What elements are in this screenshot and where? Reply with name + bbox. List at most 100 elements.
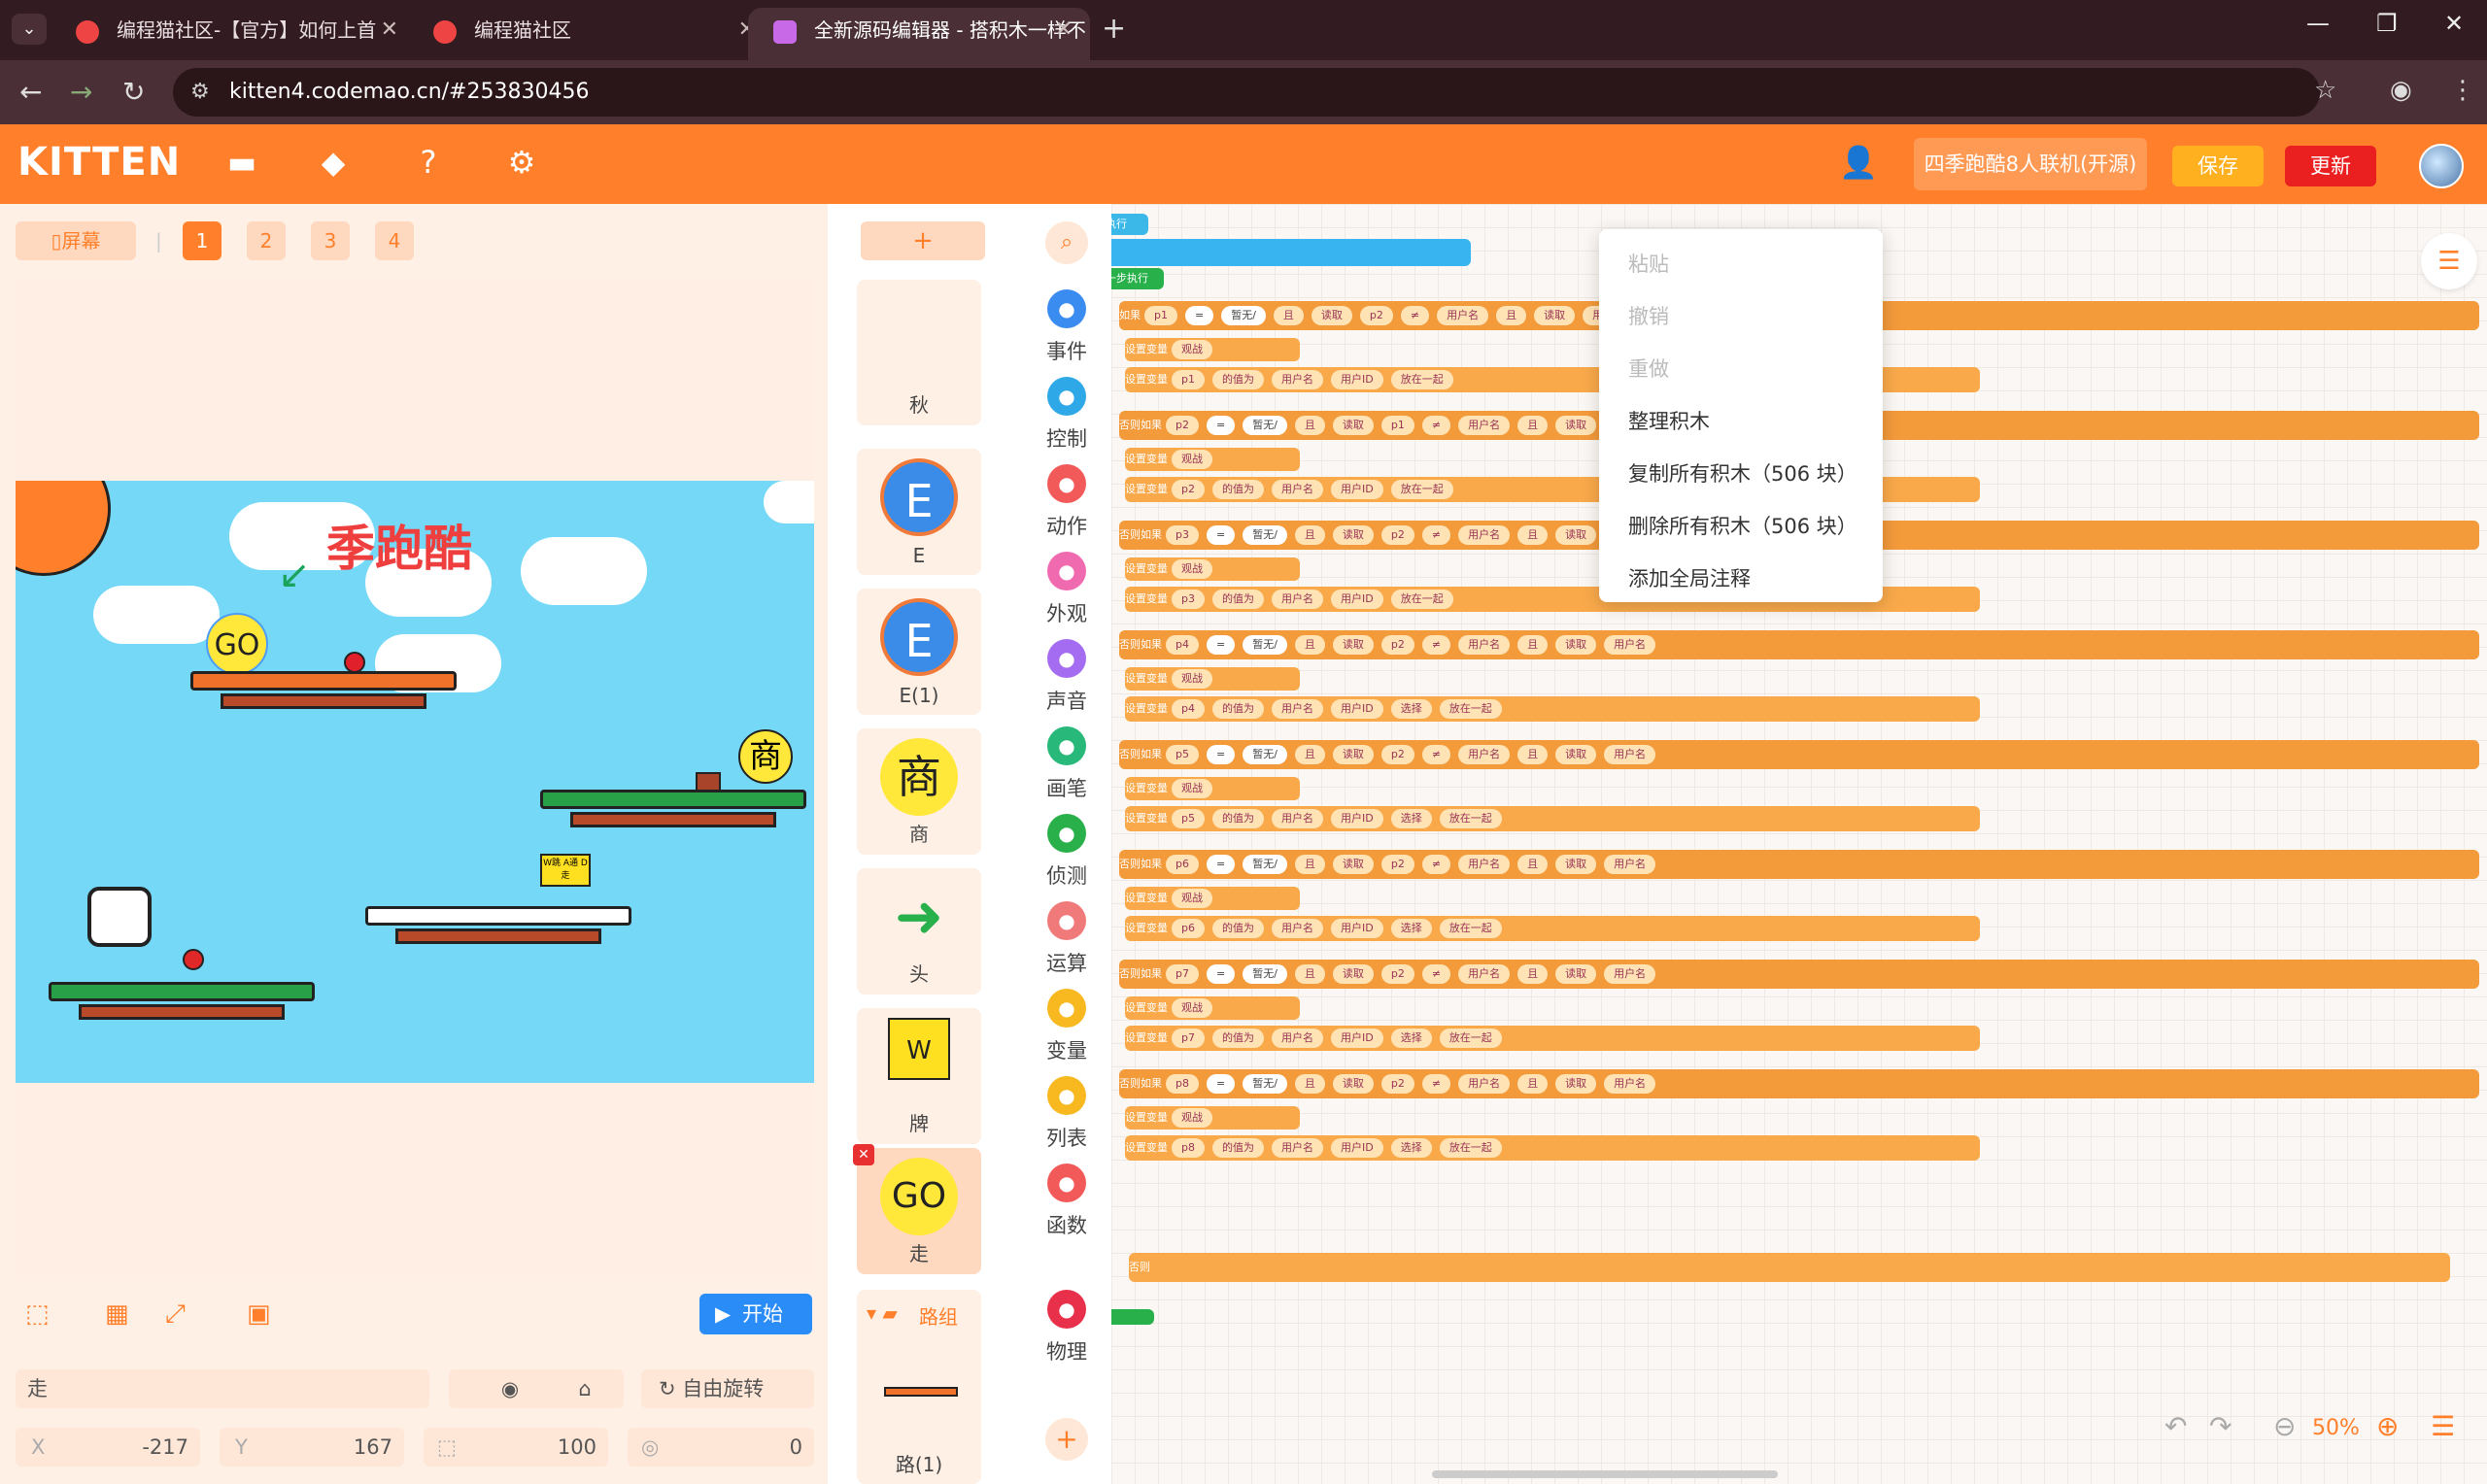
category-sensing[interactable]: ● 侦测: [1022, 814, 1111, 890]
forward-icon[interactable]: →: [70, 76, 92, 108]
block-slot[interactable]: 读取: [1534, 306, 1576, 325]
block-slot[interactable]: 观战: [1172, 450, 1212, 469]
stage-canvas[interactable]: 季跑酷 ↙ GO 商 W跳 A通 D走: [16, 280, 814, 1280]
block-slot[interactable]: ≠: [1421, 964, 1451, 984]
sprite-name-field[interactable]: 走: [16, 1369, 429, 1408]
close-tab-icon[interactable]: ✕: [381, 8, 398, 52]
block-slot[interactable]: p2: [1359, 306, 1393, 325]
block-slot[interactable]: 且: [1294, 525, 1325, 545]
block-slot[interactable]: 暂无/: [1221, 306, 1266, 325]
zoom-out-icon[interactable]: ⊖: [2273, 1410, 2296, 1442]
browser-menu-icon[interactable]: ⋮: [2450, 76, 2475, 105]
size-field[interactable]: ⬚ 100: [424, 1428, 608, 1467]
block-slot[interactable]: 用户ID: [1330, 370, 1383, 389]
fullscreen-stage-icon[interactable]: ⬚: [25, 1299, 50, 1329]
block-slot[interactable]: 用户名: [1458, 855, 1511, 874]
block-slot[interactable]: p3: [1166, 525, 1199, 545]
block-slot[interactable]: p2: [1380, 635, 1414, 655]
block-slot[interactable]: 用户名: [1271, 809, 1323, 828]
screen-toggle-button[interactable]: ▯屏幕: [16, 221, 136, 260]
block-slot[interactable]: 且: [1517, 635, 1549, 655]
block-slot[interactable]: 选择: [1390, 1029, 1432, 1048]
block-slot[interactable]: p5: [1172, 809, 1205, 828]
block-slot[interactable]: 用户名: [1604, 855, 1656, 874]
block-slot[interactable]: 观战: [1172, 340, 1212, 359]
block-slot[interactable]: p5: [1166, 745, 1199, 764]
set-variable-block[interactable]: 设置变量 p8 的值为 用户名 用户ID 选择 放在一起: [1125, 1135, 1980, 1161]
site-info-icon[interactable]: ⚙: [190, 68, 210, 117]
settings-gear-icon[interactable]: ⚙: [501, 144, 542, 185]
block-slot[interactable]: 用户ID: [1330, 809, 1383, 828]
add-sprite-button[interactable]: +: [861, 221, 985, 260]
block-slot[interactable]: 读取: [1555, 745, 1597, 764]
context-menu-item[interactable]: 复制所有积木（506 块）: [1628, 458, 1857, 488]
block-slot[interactable]: 用户名: [1271, 919, 1323, 938]
block-slot[interactable]: 观战: [1172, 669, 1212, 689]
reload-icon[interactable]: ↻: [122, 76, 145, 108]
new-tab-icon[interactable]: +: [1102, 12, 1126, 46]
context-menu-item[interactable]: 添加全局注释: [1628, 563, 1751, 592]
block-slot[interactable]: 用户ID: [1330, 1029, 1383, 1048]
block-slot[interactable]: 读取: [1555, 1074, 1597, 1094]
if-block[interactable]: 否则如果 p6 = 暂无/且读取 p2 ≠ 用户名且读取 用户名: [1119, 850, 2479, 879]
block-slot[interactable]: 用户名: [1604, 1074, 1656, 1094]
block-slot[interactable]: 观战: [1172, 889, 1212, 908]
block-slot[interactable]: 观战: [1172, 559, 1212, 579]
block-slot[interactable]: 用户ID: [1330, 590, 1383, 609]
browser-tab-2[interactable]: 编程猫社区 ✕: [408, 8, 773, 60]
block-slot[interactable]: 且: [1294, 745, 1325, 764]
block-slot[interactable]: p2: [1172, 480, 1205, 499]
if-block[interactable]: 否则如果 p7 = 暂无/且读取 p2 ≠ 用户名且读取 用户名: [1119, 960, 2479, 989]
sprite-item[interactable]: E E: [857, 449, 981, 575]
block-slot[interactable]: 用户ID: [1330, 699, 1383, 719]
sprite-item[interactable]: W 牌: [857, 1008, 981, 1144]
block-slot[interactable]: p4: [1172, 699, 1205, 719]
block-slot[interactable]: 用户名: [1271, 480, 1323, 499]
screen-tab-4[interactable]: 4: [375, 221, 414, 260]
backpack-icon[interactable]: ◆: [313, 144, 354, 185]
block-slot[interactable]: p2: [1380, 1074, 1414, 1094]
block-slot[interactable]: 读取: [1555, 855, 1597, 874]
tab-list-button[interactable]: ⌄: [12, 14, 47, 45]
set-variable-block[interactable]: 设置变量 观战: [1125, 996, 1300, 1020]
block-slot[interactable]: p7: [1172, 1029, 1205, 1048]
player-sprite[interactable]: [87, 887, 152, 947]
block-slot[interactable]: p1: [1172, 370, 1205, 389]
set-variable-block[interactable]: 设置变量 观战: [1125, 777, 1300, 800]
profile-icon[interactable]: ◉: [2390, 76, 2412, 105]
block-slot[interactable]: 用户名: [1604, 635, 1656, 655]
category-motion[interactable]: ● 动作: [1022, 464, 1111, 540]
block-slot[interactable]: 且: [1517, 525, 1549, 545]
block-slot[interactable]: 观战: [1172, 1108, 1212, 1128]
block-slot[interactable]: 暂无/: [1243, 525, 1287, 545]
rotation-mode-select[interactable]: ↻ 自由旋转: [641, 1369, 814, 1408]
game-scene[interactable]: 季跑酷 ↙ GO 商 W跳 A通 D走: [16, 481, 814, 1083]
if-block[interactable]: 否则如果 p4 = 暂无/且读取 p2 ≠ 用户名且读取 用户名: [1119, 630, 2479, 659]
if-block[interactable]: 否则如果 p5 = 暂无/且读取 p2 ≠ 用户名且读取 用户名: [1119, 740, 2479, 769]
block-slot[interactable]: ≠: [1400, 306, 1430, 325]
category-list[interactable]: ● 列表: [1022, 1076, 1111, 1152]
block-slot[interactable]: p8: [1166, 1074, 1199, 1094]
block-slot[interactable]: =: [1206, 635, 1236, 655]
block-slot[interactable]: p1: [1144, 306, 1177, 325]
category-function[interactable]: ● 函数: [1022, 1164, 1111, 1239]
close-tab-icon[interactable]: ✕: [1055, 8, 1073, 52]
block-slot[interactable]: 用户名: [1437, 306, 1489, 325]
block-slot[interactable]: 的值为: [1211, 590, 1264, 609]
block-slot[interactable]: 读取: [1332, 855, 1374, 874]
set-variable-block[interactable]: 设置变量 p4 的值为 用户名 用户ID 选择 放在一起: [1125, 696, 1980, 722]
block-slot[interactable]: 用户名: [1604, 745, 1656, 764]
sign-sprite[interactable]: W跳 A通 D走: [540, 854, 591, 887]
block-slot[interactable]: 读取: [1332, 635, 1374, 655]
expand-icon[interactable]: ⤢: [165, 1299, 186, 1330]
block-slot[interactable]: 选择: [1390, 919, 1432, 938]
sprite-item[interactable]: 秋: [857, 280, 981, 425]
block-slot[interactable]: 读取: [1332, 745, 1374, 764]
block-slot[interactable]: 读取: [1332, 416, 1374, 435]
sprite-item[interactable]: E E(1): [857, 589, 981, 715]
block-slot[interactable]: 的值为: [1211, 1138, 1264, 1158]
block-slot[interactable]: 读取: [1311, 306, 1352, 325]
set-variable-block[interactable]: 设置变量 观战: [1125, 887, 1300, 910]
context-menu-item[interactable]: 删除所有积木（506 块）: [1628, 511, 1857, 540]
category-operator[interactable]: ● 运算: [1022, 901, 1111, 977]
